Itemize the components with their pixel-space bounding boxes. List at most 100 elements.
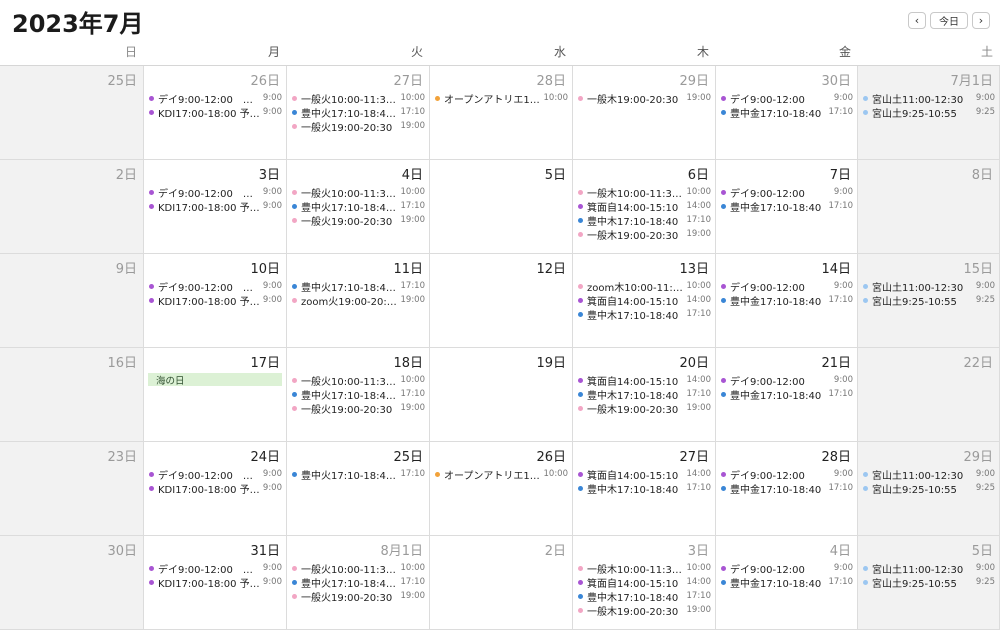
day-cell[interactable]: 19日 (430, 348, 573, 442)
calendar-event[interactable]: 豊中金17:10-18:40 17:10 (720, 105, 853, 119)
calendar-event[interactable]: 宮山土9:25-10:55 9:25 (862, 105, 995, 119)
calendar-event[interactable]: 宮山土9:25-10:55 9:25 (862, 481, 995, 495)
calendar-event[interactable]: 豊中金17:10-18:40 17:10 (720, 199, 853, 213)
calendar-event[interactable]: 宮山土11:00-12:30 9:00 (862, 91, 995, 105)
calendar-event[interactable]: デイ9:00-12:00 9:00 (720, 561, 853, 575)
day-cell[interactable]: 2日 (0, 160, 144, 254)
day-cell[interactable]: 3日 一般木10:00-11:30… 10:00 箕面自14:00-15:10 14:0… (573, 536, 716, 630)
day-cell[interactable]: 25日 (0, 66, 144, 160)
calendar-event[interactable]: KDI17:00-18:00 予定… 9:00 (148, 105, 282, 119)
calendar-event[interactable]: 一般火10:00-11:30… 10:00 (291, 185, 425, 199)
day-cell[interactable]: 20日 箕面自14:00-15:10 14:00 豊中木17:10-18:40 17:1… (573, 348, 716, 442)
all-day-event[interactable]: 海の日 (148, 373, 282, 387)
day-cell[interactable]: 9日 (0, 254, 144, 348)
calendar-event[interactable]: 一般火19:00-20:30 19:00 (291, 213, 425, 227)
calendar-event[interactable]: 一般火19:00-20:30 19:00 (291, 401, 425, 415)
day-cell[interactable]: 27日 箕面自14:00-15:10 14:00 豊中木17:10-18:40 17:1… (573, 442, 716, 536)
day-cell[interactable]: 18日 一般火10:00-11:30… 10:00 豊中火17:10-18:40… 17… (287, 348, 430, 442)
day-cell[interactable]: 4日 一般火10:00-11:30… 10:00 豊中火17:10-18:40… 17:… (287, 160, 430, 254)
today-button[interactable]: 今日 (930, 12, 968, 29)
day-cell[interactable]: 8月1日 一般火10:00-11:30… 10:00 豊中火17:10-18:40… 1… (287, 536, 430, 630)
calendar-event[interactable]: 一般木19:00-20:30 19:00 (577, 401, 711, 415)
calendar-event[interactable]: デイ9:00-12:00 9:00 (720, 467, 853, 481)
day-cell[interactable]: 23日 (0, 442, 144, 536)
calendar-event[interactable]: 一般木19:00-20:30 19:00 (577, 603, 711, 617)
day-cell[interactable]: 26日 デイ9:00-12:00 予… 9:00 KDI17:00-18:00 予定…… (144, 66, 287, 160)
calendar-event[interactable]: 豊中火17:10-18:40… 17:10 (291, 387, 425, 401)
day-cell[interactable]: 29日 宮山土11:00-12:30 9:00 宮山土9:25-10:55 9:25 (858, 442, 1000, 536)
day-cell[interactable]: 16日 (0, 348, 144, 442)
day-cell[interactable]: 10日 デイ9:00-12:00 予… 9:00 KDI17:00-18:00 予定…… (144, 254, 287, 348)
calendar-event[interactable]: デイ9:00-12:00 予… 9:00 (148, 279, 282, 293)
calendar-event[interactable]: 豊中木17:10-18:40 17:10 (577, 307, 711, 321)
calendar-event[interactable]: KDI17:00-18:00 予定… 9:00 (148, 481, 282, 495)
calendar-event[interactable]: 一般火10:00-11:30… 10:00 (291, 561, 425, 575)
calendar-event[interactable]: 豊中火17:10-18:40… 17:10 (291, 105, 425, 119)
calendar-event[interactable]: 一般火10:00-11:30… 10:00 (291, 91, 425, 105)
calendar-event[interactable]: 箕面自14:00-15:10 14:00 (577, 373, 711, 387)
day-cell[interactable]: 4日 デイ9:00-12:00 9:00 豊中金17:10-18:40 17:10 (716, 536, 858, 630)
day-cell[interactable]: 3日 デイ9:00-12:00 予… 9:00 KDI17:00-18:00 予定… 9… (144, 160, 287, 254)
calendar-event[interactable]: デイ9:00-12:00 9:00 (720, 91, 853, 105)
calendar-event[interactable]: 宮山土9:25-10:55 9:25 (862, 293, 995, 307)
calendar-event[interactable]: 箕面自14:00-15:10 14:00 (577, 467, 711, 481)
calendar-event[interactable]: 箕面自14:00-15:10 14:00 (577, 293, 711, 307)
calendar-event[interactable]: オープンアトリエ10:… 10:00 (434, 91, 568, 105)
day-cell[interactable]: 22日 (858, 348, 1000, 442)
calendar-event[interactable]: 一般木19:00-20:30 19:00 (577, 91, 711, 105)
day-cell[interactable]: 14日 デイ9:00-12:00 9:00 豊中金17:10-18:40 17:10 (716, 254, 858, 348)
calendar-event[interactable]: オープンアトリエ10:… 10:00 (434, 467, 568, 481)
calendar-event[interactable]: zoom木10:00-11:00 10:00 (577, 279, 711, 293)
calendar-event[interactable]: 箕面自14:00-15:10 14:00 (577, 575, 711, 589)
calendar-event[interactable]: 宮山土11:00-12:30 9:00 (862, 561, 995, 575)
calendar-event[interactable]: 豊中金17:10-18:40 17:10 (720, 293, 853, 307)
day-cell[interactable]: 5日 宮山土11:00-12:30 9:00 宮山土9:25-10:55 9:25 (858, 536, 1000, 630)
calendar-event[interactable]: デイ9:00-12:00 9:00 (720, 185, 853, 199)
calendar-event[interactable]: 豊中木17:10-18:40 17:10 (577, 213, 711, 227)
calendar-event[interactable]: デイ9:00-12:00 予… 9:00 (148, 91, 282, 105)
calendar-event[interactable]: デイ9:00-12:00 予… 9:00 (148, 185, 282, 199)
day-cell[interactable]: 31日 デイ9:00-12:00 予… 9:00 KDI17:00-18:00 予定…… (144, 536, 287, 630)
calendar-event[interactable]: 一般火19:00-20:30 19:00 (291, 589, 425, 603)
calendar-event[interactable]: 豊中火17:10-18:40… 17:10 (291, 279, 425, 293)
day-cell[interactable]: 5日 (430, 160, 573, 254)
day-cell[interactable]: 2日 (430, 536, 573, 630)
calendar-event[interactable]: 豊中金17:10-18:40 17:10 (720, 575, 853, 589)
calendar-event[interactable]: 箕面自14:00-15:10 14:00 (577, 199, 711, 213)
calendar-event[interactable]: 豊中火17:10-18:40… 17:10 (291, 575, 425, 589)
calendar-event[interactable]: 宮山土11:00-12:30 9:00 (862, 279, 995, 293)
day-cell[interactable]: 7日 デイ9:00-12:00 9:00 豊中金17:10-18:40 17:10 (716, 160, 858, 254)
day-cell[interactable]: 28日 オープンアトリエ10:… 10:00 (430, 66, 573, 160)
calendar-event[interactable]: 一般火19:00-20:30 19:00 (291, 119, 425, 133)
day-cell[interactable]: 30日 デイ9:00-12:00 9:00 豊中金17:10-18:40 17:10 (716, 66, 858, 160)
day-cell[interactable]: 17日 海の日 (144, 348, 287, 442)
day-cell[interactable]: 6日 一般木10:00-11:30… 10:00 箕面自14:00-15:10 14:0… (573, 160, 716, 254)
calendar-event[interactable]: 一般火10:00-11:30… 10:00 (291, 373, 425, 387)
previous-month-button[interactable]: ‹ (908, 12, 926, 29)
calendar-event[interactable]: 宮山土9:25-10:55 9:25 (862, 575, 995, 589)
day-cell[interactable]: 12日 (430, 254, 573, 348)
day-cell[interactable]: 27日 一般火10:00-11:30… 10:00 豊中火17:10-18:40… 17… (287, 66, 430, 160)
next-month-button[interactable]: › (972, 12, 990, 29)
calendar-event[interactable]: デイ9:00-12:00 予… 9:00 (148, 467, 282, 481)
calendar-event[interactable]: 豊中金17:10-18:40 17:10 (720, 387, 853, 401)
calendar-event[interactable]: 豊中金17:10-18:40 17:10 (720, 481, 853, 495)
day-cell[interactable]: 15日 宮山土11:00-12:30 9:00 宮山土9:25-10:55 9:25 (858, 254, 1000, 348)
calendar-event[interactable]: 一般木10:00-11:30… 10:00 (577, 185, 711, 199)
calendar-event[interactable]: 豊中火17:10-18:40… 17:10 (291, 467, 425, 481)
calendar-event[interactable]: 豊中木17:10-18:40 17:10 (577, 589, 711, 603)
day-cell[interactable]: 26日 オープンアトリエ10:… 10:00 (430, 442, 573, 536)
calendar-event[interactable]: 豊中木17:10-18:40 17:10 (577, 481, 711, 495)
calendar-event[interactable]: KDI17:00-18:00 予定… 9:00 (148, 575, 282, 589)
calendar-event[interactable]: デイ9:00-12:00 予… 9:00 (148, 561, 282, 575)
calendar-event[interactable]: 一般木19:00-20:30 19:00 (577, 227, 711, 241)
calendar-event[interactable]: KDI17:00-18:00 予定… 9:00 (148, 199, 282, 213)
calendar-event[interactable]: デイ9:00-12:00 9:00 (720, 373, 853, 387)
calendar-event[interactable]: デイ9:00-12:00 9:00 (720, 279, 853, 293)
calendar-event[interactable]: zoom火19:00-20:30 19:00 (291, 293, 425, 307)
day-cell[interactable]: 28日 デイ9:00-12:00 9:00 豊中金17:10-18:40 17:10 (716, 442, 858, 536)
day-cell[interactable]: 25日 豊中火17:10-18:40… 17:10 (287, 442, 430, 536)
day-cell[interactable]: 13日 zoom木10:00-11:00 10:00 箕面自14:00-15:10 14… (573, 254, 716, 348)
day-cell[interactable]: 30日 (0, 536, 144, 630)
day-cell[interactable]: 21日 デイ9:00-12:00 9:00 豊中金17:10-18:40 17:10 (716, 348, 858, 442)
